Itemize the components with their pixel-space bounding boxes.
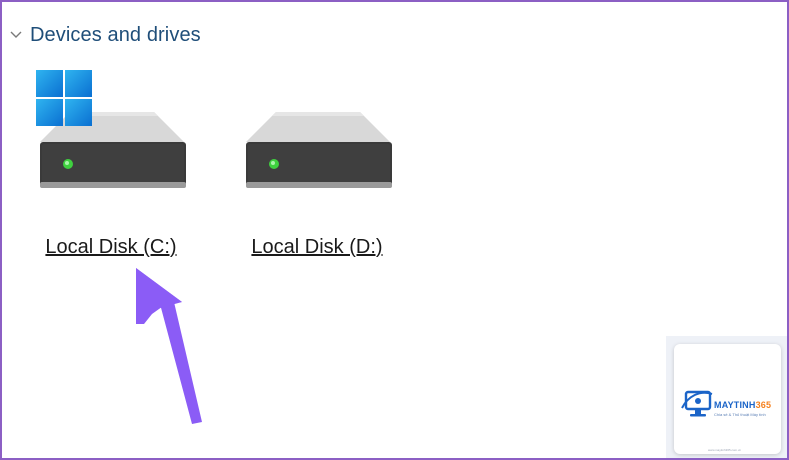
hard-drive-icon — [240, 64, 398, 199]
chevron-down-icon[interactable] — [8, 27, 24, 43]
watermark-brand: MAYTINH365 — [714, 400, 772, 410]
arrow-icon — [122, 264, 212, 434]
devices-and-drives-group-header[interactable]: Devices and drives — [8, 20, 201, 50]
group-title: Devices and drives — [30, 23, 201, 46]
watermark-footer: www.maytinh365.com.vn — [708, 448, 742, 452]
watermark: MAYTINH365 Chia sẻ & Thủ thuật Máy tính … — [666, 336, 787, 458]
drive-d-label[interactable]: Local Disk (D:) — [232, 236, 402, 259]
watermark-card: MAYTINH365 Chia sẻ & Thủ thuật Máy tính … — [674, 344, 781, 454]
watermark-tagline: Chia sẻ & Thủ thuật Máy tính — [714, 412, 766, 417]
windows-logo-icon — [36, 70, 92, 131]
drive-c[interactable]: Local Disk (C:) — [26, 64, 196, 274]
drive-d[interactable]: Local Disk (D:) — [232, 64, 402, 274]
drive-c-label[interactable]: Local Disk (C:) — [26, 236, 196, 259]
explorer-pane: Devices and drives Local Disk (C:) Local… — [0, 0, 789, 460]
monitor-logo-icon — [680, 386, 714, 425]
